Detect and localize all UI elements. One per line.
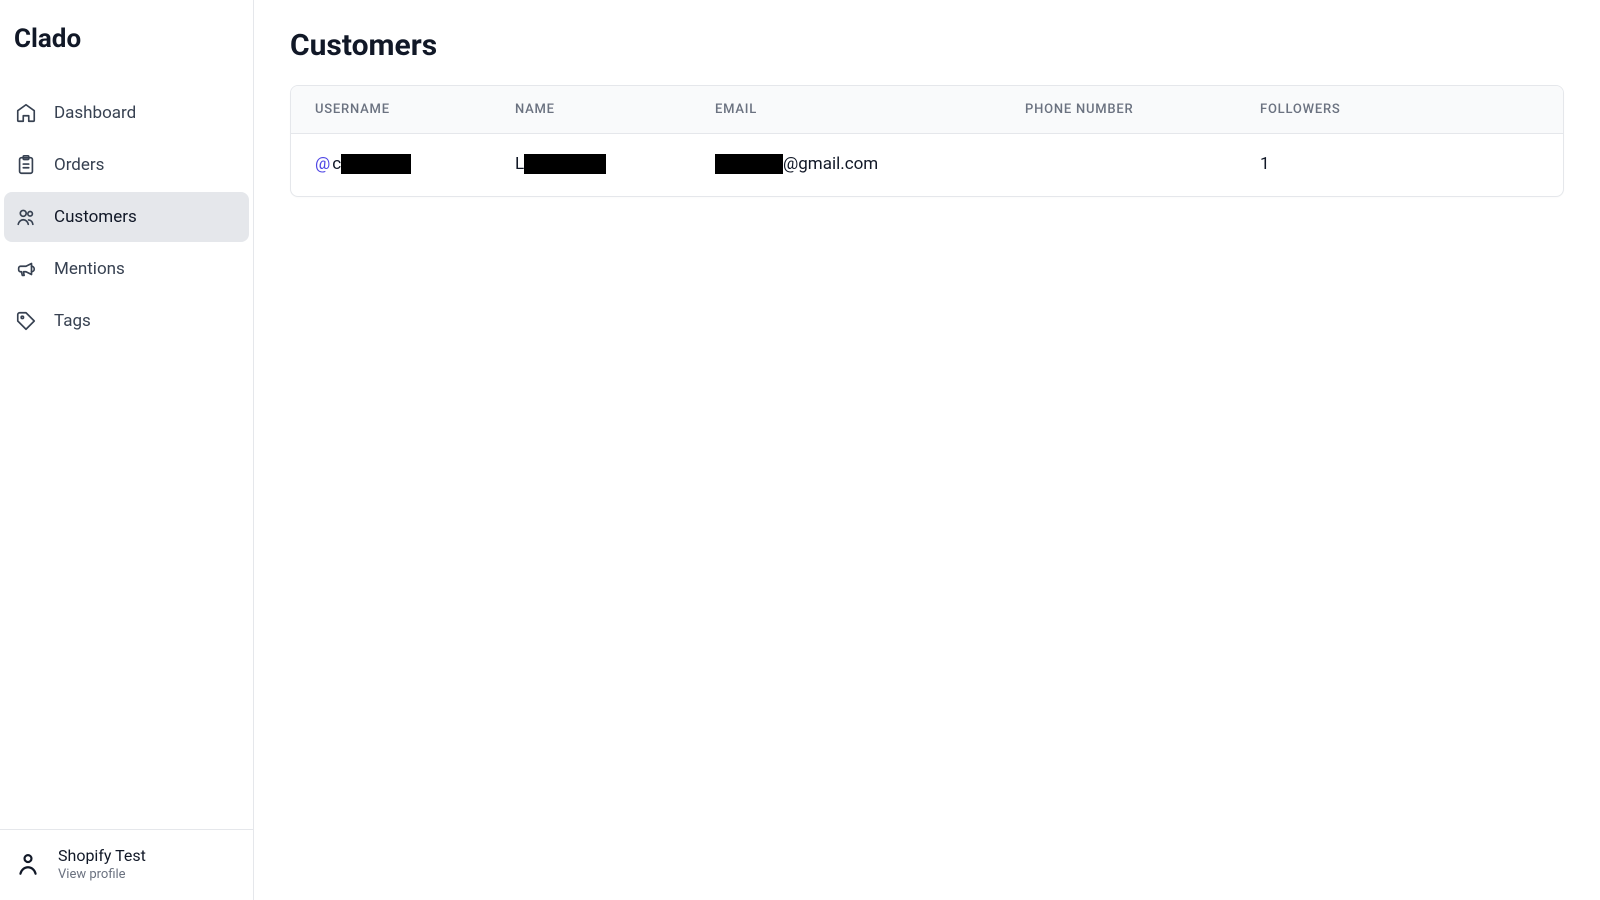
sidebar-item-mentions[interactable]: Mentions (4, 244, 249, 294)
sidebar-item-label: Dashboard (54, 103, 136, 123)
username-at: @ (315, 154, 330, 174)
footer-profile-sub: View profile (58, 867, 146, 882)
footer-profile-name: Shopify Test (58, 846, 146, 865)
col-header-username: USERNAME (315, 102, 515, 117)
redacted-block (715, 154, 783, 174)
main-content: Customers USERNAME NAME EMAIL PHONE NUMB… (254, 0, 1600, 900)
sidebar-item-label: Orders (54, 155, 104, 175)
sidebar-item-label: Mentions (54, 259, 125, 279)
brand-title: Clado (0, 0, 253, 64)
sidebar: Clado Dashboard Orders Customers Mention… (0, 0, 254, 900)
redacted-block (524, 154, 606, 174)
cell-name: L (515, 154, 715, 174)
footer-text: Shopify Test View profile (58, 846, 146, 882)
clipboard-icon (14, 153, 38, 177)
username-visible: c (332, 154, 341, 174)
col-header-name: NAME (515, 102, 715, 117)
sidebar-item-label: Tags (54, 311, 91, 331)
cell-email: @gmail.com (715, 154, 1025, 174)
email-suffix: @gmail.com (783, 154, 878, 174)
sidebar-item-tags[interactable]: Tags (4, 296, 249, 346)
tag-icon (14, 309, 38, 333)
redacted-block (341, 154, 411, 174)
cell-username: @c (315, 154, 515, 174)
home-icon (14, 101, 38, 125)
customers-table: USERNAME NAME EMAIL PHONE NUMBER FOLLOWE… (290, 85, 1564, 197)
col-header-phone: PHONE NUMBER (1025, 102, 1260, 117)
page-title: Customers (290, 28, 1564, 63)
col-header-followers: FOLLOWERS (1260, 102, 1370, 117)
col-header-email: EMAIL (715, 102, 1025, 117)
sidebar-item-dashboard[interactable]: Dashboard (4, 88, 249, 138)
sidebar-item-customers[interactable]: Customers (4, 192, 249, 242)
table-row[interactable]: @c L @gmail.com 1 (291, 134, 1563, 196)
sidebar-footer-profile[interactable]: Shopify Test View profile (0, 829, 253, 900)
avatar-icon (14, 850, 42, 878)
users-icon (14, 205, 38, 229)
cell-followers: 1 (1260, 154, 1370, 174)
megaphone-icon (14, 257, 38, 281)
name-visible: L (515, 154, 524, 174)
sidebar-item-label: Customers (54, 207, 137, 227)
table-header-row: USERNAME NAME EMAIL PHONE NUMBER FOLLOWE… (291, 86, 1563, 134)
sidebar-item-orders[interactable]: Orders (4, 140, 249, 190)
sidebar-nav: Dashboard Orders Customers Mentions Tags (0, 64, 253, 348)
